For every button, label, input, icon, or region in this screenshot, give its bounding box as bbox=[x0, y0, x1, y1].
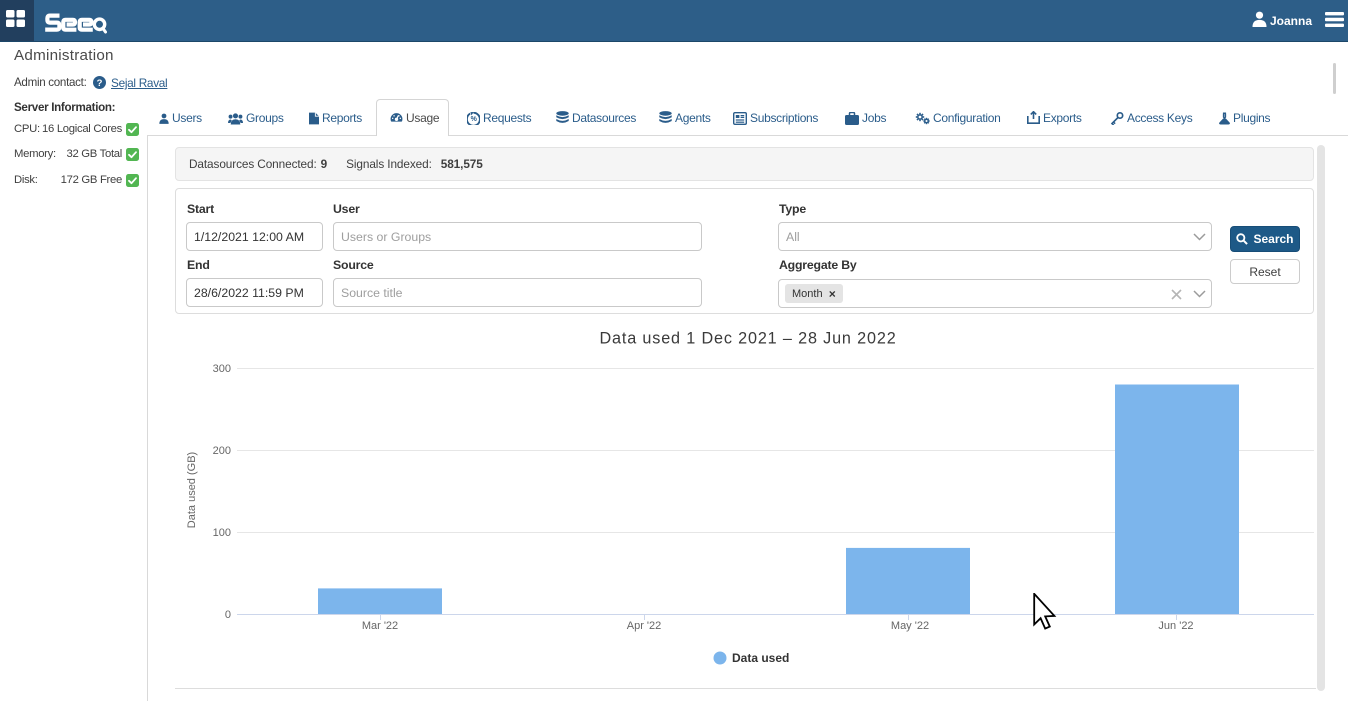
svg-text:0: 0 bbox=[225, 609, 231, 621]
svg-text:200: 200 bbox=[213, 445, 231, 457]
svg-text:Mar '22: Mar '22 bbox=[362, 620, 398, 632]
svg-text:Data used (GB): Data used (GB) bbox=[186, 452, 198, 528]
svg-text:Jun '22: Jun '22 bbox=[1158, 620, 1193, 632]
svg-text:Data used: Data used bbox=[732, 651, 789, 665]
svg-text:Apr '22: Apr '22 bbox=[627, 620, 662, 632]
svg-text:?: ? bbox=[97, 77, 103, 88]
svg-text:%: % bbox=[471, 115, 478, 122]
svg-text:100: 100 bbox=[213, 527, 231, 539]
svg-text:300: 300 bbox=[213, 363, 231, 375]
svg-text:May '22: May '22 bbox=[891, 620, 929, 632]
svg-text:Data used 1 Dec 2021 – 28 Jun: Data used 1 Dec 2021 – 28 Jun 2022 bbox=[599, 330, 896, 348]
